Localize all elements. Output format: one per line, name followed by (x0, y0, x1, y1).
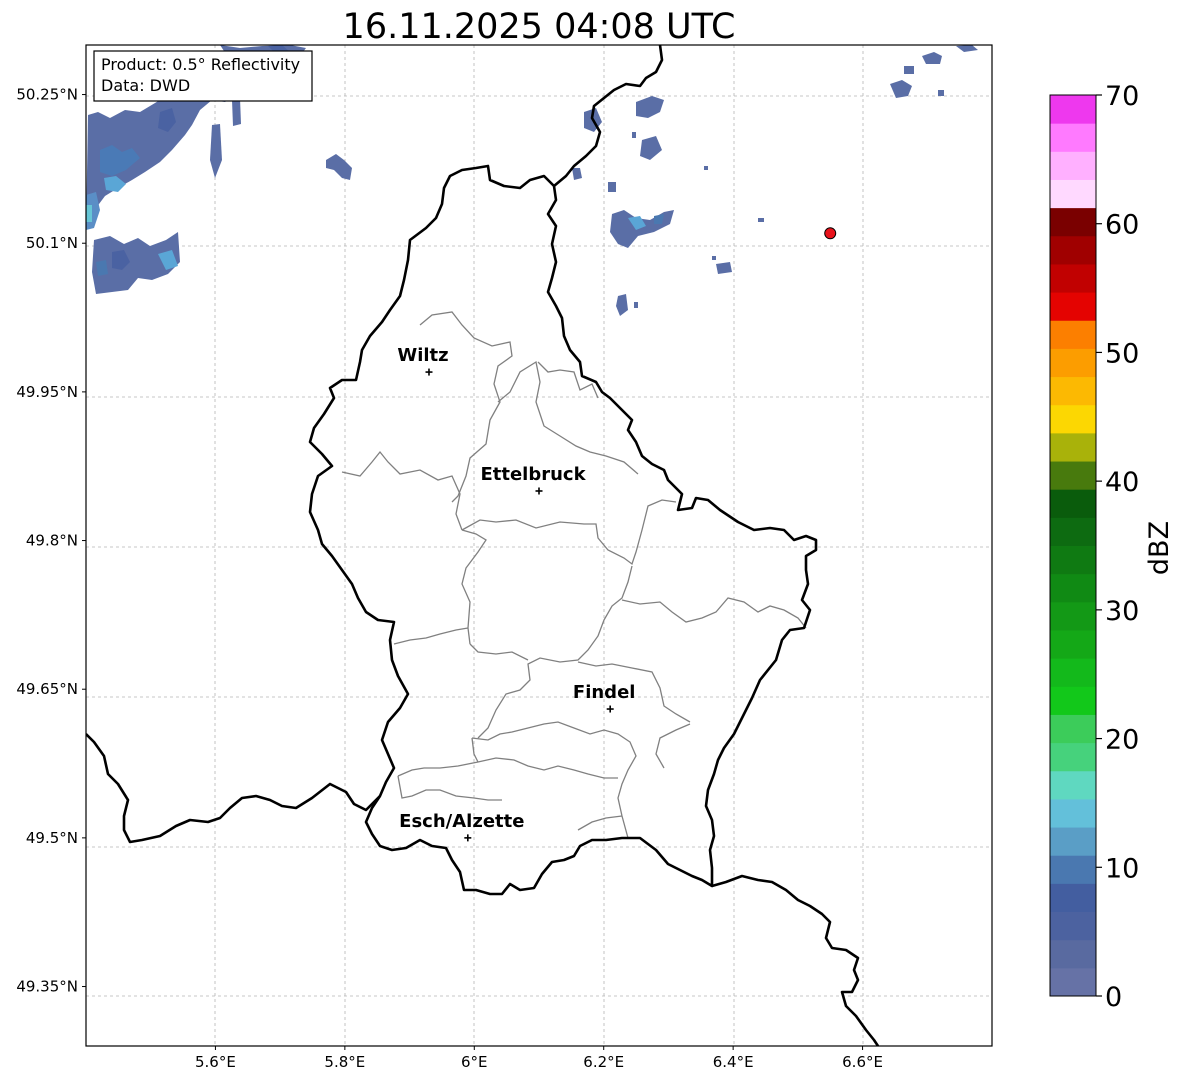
colorbar-segment (1050, 939, 1096, 969)
colorbar-segment (1050, 798, 1096, 828)
colorbar-segment (1050, 714, 1096, 744)
colorbar-segment (1050, 404, 1096, 434)
map-title: 16.11.2025 04:08 UTC (343, 7, 736, 47)
map-area (86, 45, 992, 1046)
lat-tick-label: 49.5°N (26, 829, 78, 847)
info-product: Product: 0.5° Reflectivity (101, 55, 300, 74)
latitude-ticks: 50.25°N 50.1°N 49.95°N 49.8°N 49.65°N 49.5°N 4… (16, 86, 86, 996)
colorbar-segment (1050, 601, 1096, 631)
city-label: Findel (573, 682, 636, 703)
info-data-source: Data: DWD (101, 76, 190, 95)
longitude-ticks: 5.6°E 5.8°E 6°E 6.2°E 6.4°E 6.6°E (195, 1046, 883, 1071)
colorbar-segment (1050, 883, 1096, 913)
lat-tick-label: 50.25°N (16, 86, 78, 104)
colorbar-tick-label: 60 (1105, 210, 1139, 241)
colorbar-segment (1050, 461, 1096, 490)
city-label: Wiltz (397, 345, 448, 366)
colorbar-segment (1050, 742, 1096, 772)
colorbar-segment (1050, 235, 1096, 265)
colorbar-segment (1050, 967, 1096, 997)
lon-tick-label: 6°E (461, 1053, 488, 1071)
colorbar-tick-label: 40 (1105, 467, 1139, 498)
lon-tick-label: 6.2°E (583, 1053, 624, 1071)
radar-map: 16.11.2025 04:08 UTC Product: 0.5° Refle… (16, 7, 1175, 1071)
colorbar-segment (1050, 348, 1096, 378)
colorbar-segment (1050, 489, 1096, 518)
lon-tick-label: 6.4°E (713, 1053, 754, 1071)
colorbar-segment (1050, 686, 1096, 715)
lat-tick-label: 49.65°N (16, 680, 78, 698)
colorbar-segment (1050, 376, 1096, 406)
city-label: Ettelbruck (480, 464, 586, 485)
colorbar-segment (1050, 95, 1096, 124)
colorbar-segment (1050, 911, 1096, 941)
colorbar-segment (1050, 207, 1096, 237)
colorbar-segment (1050, 263, 1096, 293)
colorbar-segment (1050, 432, 1096, 462)
colorbar-segment (1050, 855, 1096, 884)
colorbar-ticks: 0 10 20 30 40 50 60 70 (1096, 81, 1139, 1013)
colorbar-segment (1050, 123, 1096, 152)
lon-tick-label: 5.8°E (324, 1053, 365, 1071)
lat-tick-label: 50.1°N (26, 234, 78, 252)
colorbar-segment (1050, 658, 1096, 687)
colorbar-segment (1050, 573, 1096, 603)
colorbar-segment (1050, 179, 1096, 209)
lat-tick-label: 49.95°N (16, 383, 78, 401)
lat-tick-label: 49.8°N (26, 532, 78, 550)
lon-tick-label: 5.6°E (195, 1053, 236, 1071)
city-label: Esch/Alzette (399, 811, 524, 832)
colorbar-tick-label: 30 (1105, 596, 1139, 627)
colorbar-tick-label: 0 (1105, 982, 1122, 1013)
colorbar-segment (1050, 151, 1096, 180)
lon-tick-label: 6.6°E (842, 1053, 883, 1071)
colorbar-segment (1050, 292, 1096, 321)
colorbar-segment (1050, 827, 1096, 856)
colorbar-segment (1050, 770, 1096, 800)
colorbar-tick-label: 50 (1105, 338, 1139, 369)
colorbar (1049, 94, 1097, 997)
lat-tick-label: 49.35°N (16, 978, 78, 996)
colorbar-tick-label: 10 (1105, 853, 1139, 884)
colorbar-segment (1050, 320, 1096, 349)
colorbar-segment (1050, 629, 1096, 659)
colorbar-tick-label: 70 (1105, 81, 1139, 112)
colorbar-segment (1050, 517, 1096, 546)
colorbar-tick-label: 20 (1105, 725, 1139, 756)
info-box: Product: 0.5° Reflectivity Data: DWD (93, 50, 313, 102)
colorbar-label: dBZ (1144, 521, 1175, 575)
radar-site-marker (824, 227, 837, 240)
colorbar-segment (1050, 545, 1096, 575)
